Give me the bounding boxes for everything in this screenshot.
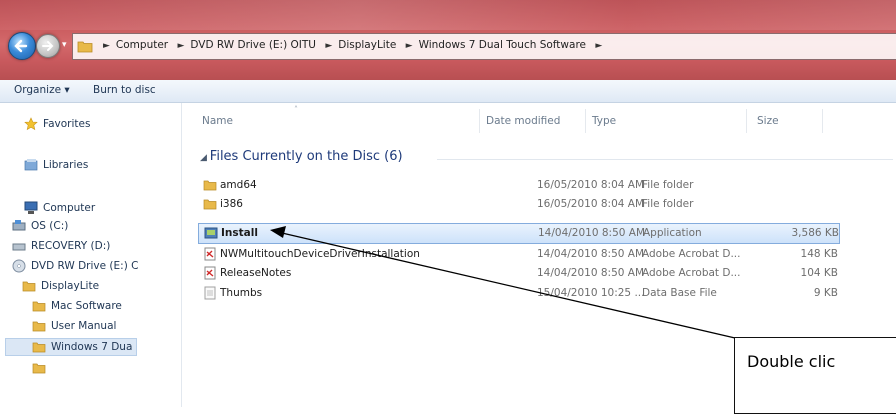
organize-button[interactable]: Organize ▾: [14, 84, 70, 96]
nav-computer[interactable]: Computer: [24, 201, 95, 215]
file-type: Application: [643, 227, 702, 239]
back-button[interactable]: [8, 32, 36, 60]
folder-icon: [32, 342, 46, 353]
column-header-size[interactable]: Size: [757, 115, 779, 127]
nav-dvd-drive[interactable]: DVD RW Drive (E:) C: [12, 259, 138, 273]
file-size: 148 KB: [800, 248, 838, 260]
nav-win7-label: Windows 7 Dua: [51, 341, 133, 353]
group-label: Files Currently on the Disc (6): [209, 149, 403, 164]
computer-icon: [24, 201, 38, 214]
column-header-date[interactable]: Date modified: [486, 115, 560, 127]
column-header-name[interactable]: Name: [202, 115, 233, 127]
file-type: Data Base File: [642, 287, 717, 299]
nav-libraries-label: Libraries: [43, 159, 89, 171]
file-type: File folder: [642, 198, 694, 210]
nav-computer-label: Computer: [43, 202, 96, 214]
file-name: ReleaseNotes: [220, 267, 292, 279]
back-arrow-icon: [14, 39, 28, 53]
burn-to-disc-button[interactable]: Burn to disc: [93, 84, 156, 96]
window-title-bar: ▾ ► Computer ► DVD RW Drive (E:) OITU ► Dis…: [0, 0, 896, 80]
callout-text: Double clic: [747, 352, 836, 371]
breadcrumb-computer[interactable]: Computer: [116, 39, 168, 51]
column-divider[interactable]: [746, 109, 747, 133]
group-divider: [437, 159, 893, 160]
nav-manual-label: User Manual: [51, 320, 117, 332]
installer-icon: [204, 227, 218, 239]
file-date: 14/04/2010 8:50 AM: [537, 248, 645, 260]
folder-icon: [32, 363, 46, 374]
pdf-icon: [204, 247, 216, 261]
folder-icon: [203, 180, 217, 191]
file-date: 14/04/2010 8:50 AM: [538, 227, 646, 239]
nav-next-folder-partial[interactable]: [32, 361, 51, 375]
column-header-type[interactable]: Type: [592, 115, 616, 127]
command-bar: Organize ▾ Burn to disc: [0, 80, 896, 103]
nav-user-manual[interactable]: User Manual: [32, 319, 116, 333]
nav-windows7-selected[interactable]: Windows 7 Dua: [5, 338, 138, 356]
file-date: 14/04/2010 8:50 AM: [537, 267, 645, 279]
file-type: File folder: [642, 179, 694, 191]
file-row-amd64[interactable]: amd64 16/05/2010 8:04 AM File folder: [198, 176, 838, 195]
file-size: 3,586 KB: [791, 227, 840, 239]
group-header[interactable]: ◢ Files Currently on the Disc (6): [200, 149, 403, 164]
file-date: 15/04/2010 10:25 ...: [537, 287, 645, 299]
dvd-drive-icon: [12, 259, 26, 273]
file-row-nw-guide[interactable]: NWMultitouchDeviceDriverInstallationG...…: [198, 245, 838, 264]
file-type: Adobe Acrobat D...: [642, 267, 741, 279]
file-size: 9 KB: [813, 287, 838, 299]
file-row-releasenotes[interactable]: ReleaseNotes 14/04/2010 8:50 AM Adobe Ac…: [198, 264, 838, 283]
library-icon: [24, 159, 38, 171]
nav-os-drive[interactable]: OS (C:): [12, 219, 68, 233]
breadcrumb: ► Computer ► DVD RW Drive (E:) OITU ► Displ…: [103, 39, 603, 51]
sort-caret-icon: ˄: [294, 105, 298, 114]
file-name: amd64: [220, 179, 257, 191]
file-name: i386: [220, 198, 243, 210]
nav-libraries[interactable]: Libraries: [24, 158, 88, 172]
collapse-triangle-icon: ◢: [200, 153, 210, 163]
file-row-thumbs[interactable]: Thumbs 15/04/2010 10:25 ... Data Base Fi…: [198, 284, 838, 303]
nav-os-label: OS (C:): [31, 220, 69, 232]
db-file-icon: [204, 286, 216, 300]
file-date: 16/05/2010 8:04 AM: [537, 198, 645, 210]
folder-icon: [22, 281, 36, 292]
file-name: Install: [221, 227, 258, 239]
nav-dvd-label: DVD RW Drive (E:) C: [31, 260, 139, 272]
file-row-install[interactable]: Install 14/04/2010 8:50 AM Application 3…: [198, 223, 840, 244]
address-bar[interactable]: ► Computer ► DVD RW Drive (E:) OITU ► Displ…: [72, 33, 896, 60]
hard-drive-icon: [12, 243, 26, 251]
nav-mac-label: Mac Software: [51, 300, 122, 312]
nav-favorites-label: Favorites: [43, 118, 91, 130]
pdf-icon: [204, 266, 216, 280]
star-icon: [24, 117, 38, 131]
file-date: 16/05/2010 8:04 AM: [537, 179, 645, 191]
nav-recovery-label: RECOVERY (D:): [31, 240, 111, 252]
column-divider[interactable]: [479, 109, 480, 133]
nav-displaylite[interactable]: DisplayLite: [22, 279, 99, 293]
nav-recovery-drive[interactable]: RECOVERY (D:): [12, 239, 110, 253]
forward-button[interactable]: [36, 34, 60, 58]
file-row-i386[interactable]: i386 16/05/2010 8:04 AM File folder: [198, 195, 838, 214]
title-sheen: [0, 0, 896, 30]
file-name: NWMultitouchDeviceDriverInstallationG...: [220, 248, 420, 260]
breadcrumb-displaylite[interactable]: DisplayLite: [338, 39, 396, 51]
forward-arrow-icon: [42, 41, 54, 51]
file-name: Thumbs: [220, 287, 263, 299]
column-divider[interactable]: [585, 109, 586, 133]
file-type: Adobe Acrobat D...: [642, 248, 741, 260]
column-divider[interactable]: [822, 109, 823, 133]
folder-icon: [203, 199, 217, 210]
nav-favorites[interactable]: Favorites: [24, 117, 90, 131]
instruction-callout: Double clic: [734, 337, 896, 414]
nav-mac-software[interactable]: Mac Software: [32, 299, 122, 313]
folder-icon: [32, 301, 46, 312]
file-size: 104 KB: [800, 267, 838, 279]
hard-drive-icon: [12, 220, 26, 231]
breadcrumb-win7-software[interactable]: Windows 7 Dual Touch Software: [419, 39, 586, 51]
breadcrumb-dvd-drive[interactable]: DVD RW Drive (E:) OITU: [190, 39, 316, 51]
navigation-pane: Favorites Libraries Computer OS (C:) REC…: [0, 103, 182, 407]
nav-displaylite-label: DisplayLite: [41, 280, 100, 292]
folder-icon: [32, 321, 46, 332]
folder-icon: [77, 41, 93, 53]
recent-pages-dropdown[interactable]: ▾: [62, 40, 67, 50]
